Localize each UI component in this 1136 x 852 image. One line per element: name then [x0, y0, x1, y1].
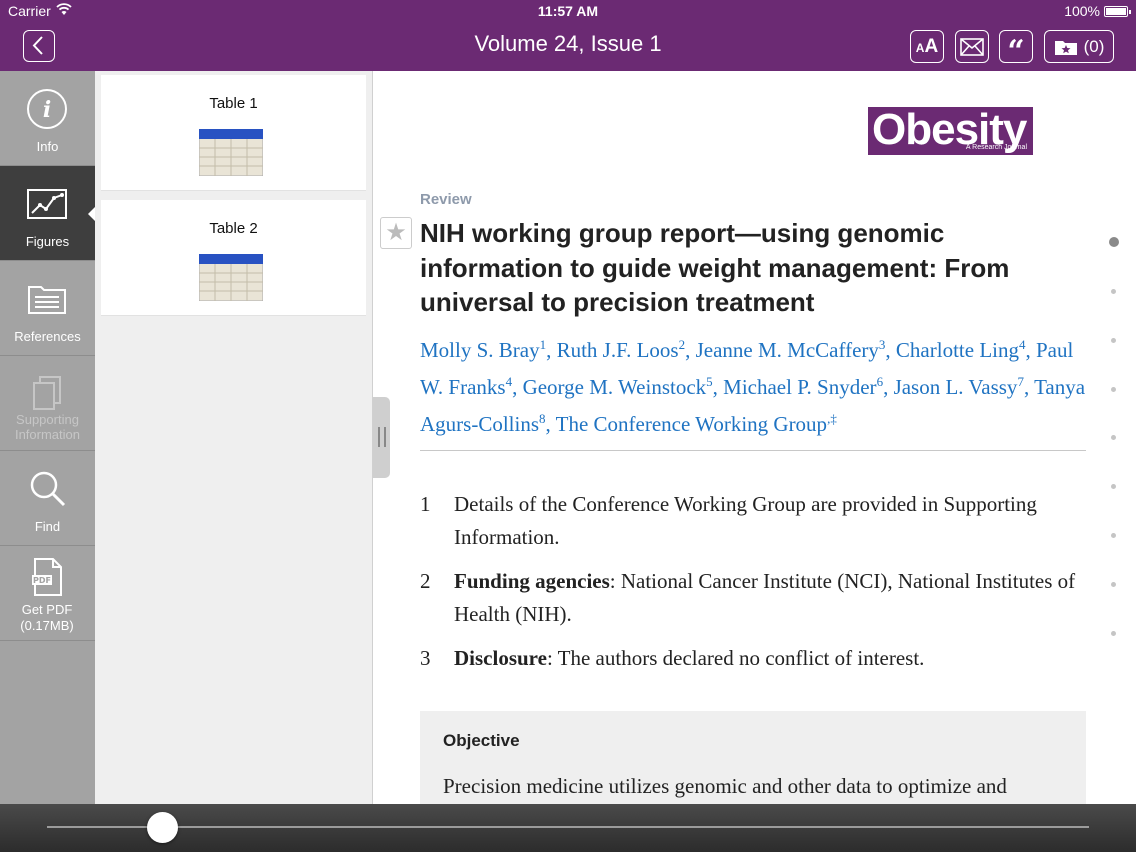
table-thumbnail-icon: [199, 254, 263, 301]
battery-percent: 100%: [1064, 3, 1100, 19]
note-heading: Disclosure: [454, 646, 547, 670]
author-affiliation: 6: [876, 374, 884, 389]
sidebar-item-label: References: [14, 329, 81, 344]
sidebar: i Info Figures References Supporting Inf…: [0, 71, 95, 804]
search-icon: [30, 471, 66, 507]
author-link[interactable]: The Conference Working Group,‡: [556, 411, 837, 436]
clock: 11:57 AM: [537, 3, 599, 19]
abstract-section: Objective Precision medicine utilizes ge…: [420, 711, 1086, 804]
author-link[interactable]: George M. Weinstock5: [523, 374, 713, 399]
quote-icon: “: [1007, 33, 1025, 69]
sidebar-item-label: Get PDF (0.17MB): [20, 602, 74, 633]
star-icon: ★: [385, 219, 407, 246]
figures-panel: Table 1 Table 2: [95, 71, 373, 804]
note-text: Details of the Conference Working Group …: [454, 492, 1037, 549]
figure-card-table-2[interactable]: Table 2: [101, 200, 366, 316]
saved-count: (0): [1083, 36, 1105, 56]
font-size-icon: AAAA: [915, 35, 939, 57]
page-dot[interactable]: [1111, 581, 1116, 587]
author-affiliation: 8: [539, 411, 546, 426]
author-affiliation: 3: [878, 337, 886, 352]
figure-card-table-1[interactable]: Table 1: [101, 75, 366, 191]
article-notes: 1 Details of the Conference Working Group…: [420, 488, 1090, 686]
abstract-heading: Objective: [443, 731, 520, 750]
sidebar-item-supporting-information: Supporting Information: [0, 356, 95, 451]
info-icon: i: [27, 89, 67, 129]
article-type: Review: [420, 191, 472, 208]
article-title: NIH working group report—using genomic i…: [420, 218, 1010, 317]
sidebar-item-find[interactable]: Find: [0, 451, 95, 546]
author-link[interactable]: Michael P. Snyder6: [723, 374, 884, 399]
sidebar-item-label: Info: [36, 139, 59, 154]
page-dot[interactable]: [1111, 337, 1116, 343]
grip-icon: [378, 427, 386, 447]
figure-label: Table 1: [209, 95, 258, 112]
page-dot[interactable]: [1111, 630, 1116, 636]
page-dot[interactable]: [1111, 484, 1116, 490]
note-number: 1: [420, 492, 431, 516]
author-affiliation: 4: [1018, 337, 1026, 352]
note-number: 2: [420, 569, 431, 593]
article-note: 1 Details of the Conference Working Group…: [420, 488, 1090, 554]
sidebar-item-label: Supporting Information: [14, 412, 81, 442]
folder-icon: [28, 286, 66, 314]
article-view: Obesity A Research Journal Review ★ NIH …: [374, 71, 1136, 804]
author-affiliation: 7: [1017, 374, 1024, 389]
envelope-icon: [960, 37, 984, 56]
documents-icon: [33, 376, 61, 410]
font-size-button[interactable]: AAAA: [910, 30, 944, 63]
note-number: 3: [420, 646, 431, 670]
page-indicator[interactable]: [1104, 71, 1124, 804]
saved-articles-button[interactable]: (0): [1044, 30, 1114, 63]
figure-label: Table 2: [209, 220, 258, 237]
cite-button[interactable]: “: [999, 30, 1033, 66]
table-thumbnail-icon: [199, 129, 263, 176]
favorite-button[interactable]: ★: [380, 217, 412, 249]
top-bar: Carrier 11:57 AM 100% Volume 24, Issue 1…: [0, 0, 1136, 71]
author-affiliation: 5: [706, 374, 713, 389]
author-link[interactable]: Jason L. Vassy7: [894, 374, 1024, 399]
note-heading: Funding agencies: [454, 569, 610, 593]
sidebar-item-get-pdf[interactable]: PDF Get PDF (0.17MB): [0, 546, 95, 641]
chart-icon: [27, 189, 67, 219]
author-affiliation: 2: [678, 337, 686, 352]
journal-logo-tagline: A Research Journal: [965, 144, 1027, 151]
author-list: Molly S. Bray1, Ruth J.F. Loos2, Jeanne …: [420, 337, 1086, 436]
author-link[interactable]: Jeanne M. McCaffery3: [696, 337, 886, 362]
status-bar: Carrier 11:57 AM 100%: [0, 0, 1136, 22]
author-affiliation: ,‡: [827, 411, 837, 426]
article-note: 2 Funding agencies: National Cancer Insti…: [420, 565, 1090, 631]
bottom-bar: [0, 804, 1136, 852]
divider: [420, 450, 1086, 451]
page-dot[interactable]: [1111, 386, 1116, 392]
journal-logo: Obesity A Research Journal: [868, 105, 1033, 155]
author-link[interactable]: Charlotte Ling4: [896, 337, 1026, 362]
page-dot[interactable]: [1111, 533, 1116, 538]
svg-text:PDF: PDF: [33, 576, 51, 585]
starred-folder-icon: [1054, 40, 1077, 55]
author-link[interactable]: Molly S. Bray1: [420, 337, 547, 362]
email-button[interactable]: [955, 30, 989, 63]
battery-icon: [1104, 6, 1131, 17]
panel-resize-handle[interactable]: [373, 397, 390, 478]
page-dot[interactable]: [1109, 237, 1119, 247]
author-link[interactable]: Ruth J.F. Loos2: [557, 337, 686, 362]
sidebar-item-figures[interactable]: Figures: [0, 166, 95, 261]
abstract-text: Precision medicine utilizes genomic and …: [443, 774, 1007, 798]
svg-text:i: i: [43, 97, 51, 123]
note-text: : The authors declared no conflict of in…: [546, 646, 925, 670]
sidebar-item-info[interactable]: i Info: [0, 71, 95, 166]
pdf-icon: PDF: [32, 558, 62, 596]
page-dot[interactable]: [1111, 435, 1116, 441]
sidebar-item-label: Figures: [25, 234, 70, 249]
page-dot[interactable]: [1111, 289, 1116, 294]
author-affiliation: 1: [539, 337, 547, 352]
article-note: 3 Disclosure: The authors declared no con…: [420, 642, 1090, 675]
sidebar-item-label: Find: [34, 519, 61, 534]
page-slider-thumb[interactable]: [146, 812, 178, 843]
author-affiliation: 4: [505, 374, 513, 389]
sidebar-item-references[interactable]: References: [0, 261, 95, 356]
page-slider-track[interactable]: [47, 826, 1089, 828]
